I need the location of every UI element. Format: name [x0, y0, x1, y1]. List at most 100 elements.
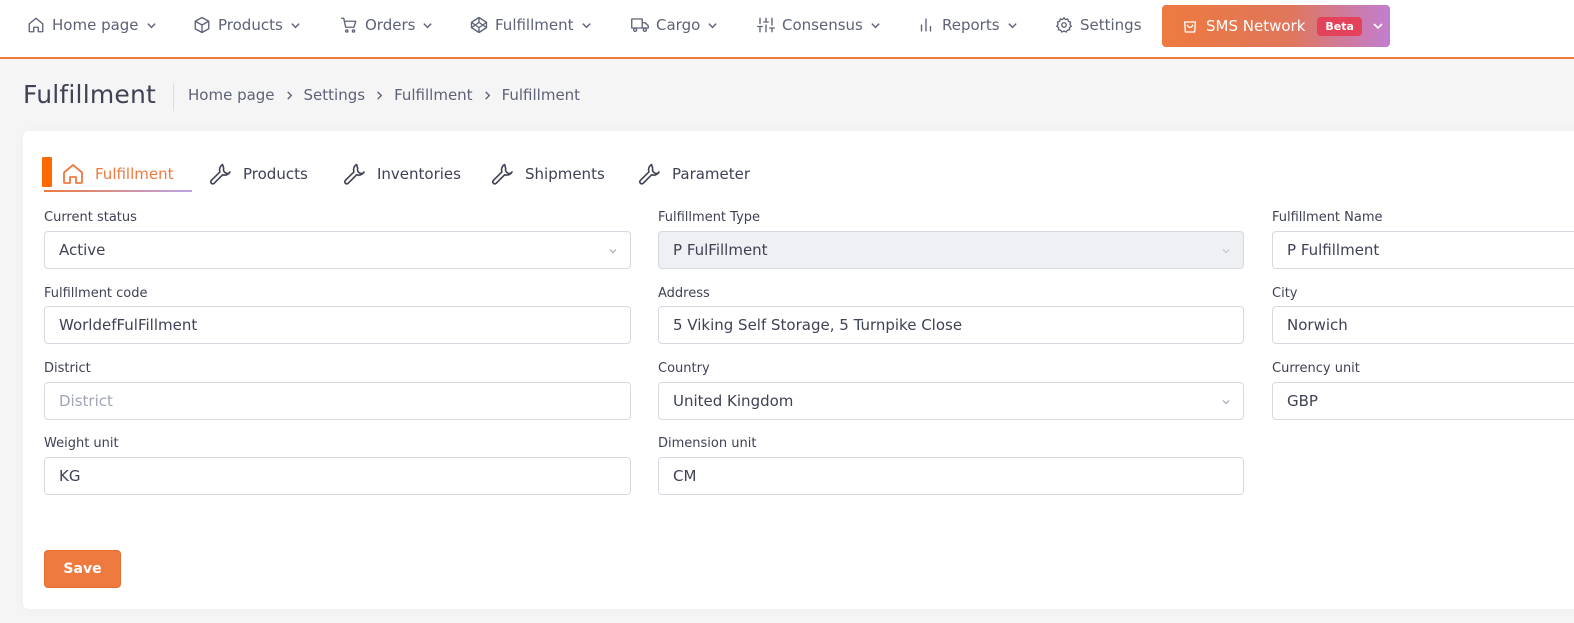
currency-unit-field[interactable]: GBP — [1272, 382, 1574, 420]
chevron-down-icon — [146, 20, 157, 31]
chevron-right-icon — [483, 90, 492, 100]
chevron-down-icon — [870, 20, 881, 31]
fulfillment-type-label: Fulfillment Type — [658, 210, 761, 225]
current-status-value: Active — [59, 241, 106, 259]
nav-orders[interactable]: Orders — [340, 0, 433, 50]
sms-network-button[interactable]: SMS Network Beta — [1162, 5, 1390, 47]
gear-icon — [1055, 16, 1073, 34]
nav-consensus-label: Consensus — [782, 16, 863, 34]
wrench-icon — [638, 162, 662, 186]
bar-chart-icon — [917, 16, 935, 34]
country-select[interactable]: United Kingdom — [658, 382, 1244, 420]
city-value: Norwich — [1287, 316, 1348, 334]
fulfillment-name-field[interactable]: P Fulfillment — [1272, 231, 1574, 269]
tab-inventories-label: Inventories — [377, 165, 461, 183]
sms-network-label: SMS Network — [1206, 17, 1306, 35]
chevron-down-icon — [290, 20, 301, 31]
district-label: District — [44, 361, 91, 376]
nav-settings-label: Settings — [1080, 16, 1142, 34]
nav-orders-label: Orders — [365, 16, 416, 34]
cart-icon — [340, 16, 358, 34]
page-title: Fulfillment — [23, 80, 157, 109]
breadcrumb-settings[interactable]: Settings — [304, 86, 366, 104]
nav-settings[interactable]: Settings — [1055, 0, 1142, 50]
address-field[interactable]: 5 Viking Self Storage, 5 Turnpike Close — [658, 306, 1244, 344]
tab-fulfillment-label: Fulfillment — [95, 165, 174, 183]
nav-products[interactable]: Products — [193, 0, 301, 50]
weight-unit-field[interactable]: KG — [44, 457, 631, 495]
nav-fulfillment[interactable]: Fulfillment — [470, 0, 592, 50]
chevron-down-icon — [422, 20, 433, 31]
fulfillment-code-value: WorldefFulFillment — [59, 316, 198, 334]
tab-parameter-label: Parameter — [672, 165, 751, 183]
country-label: Country — [658, 361, 710, 376]
chevron-down-icon — [581, 20, 592, 31]
address-label: Address — [658, 286, 710, 301]
title-divider — [173, 83, 174, 111]
nav-home-page[interactable]: Home page — [27, 0, 157, 50]
dimension-unit-label: Dimension unit — [658, 436, 757, 451]
fulfillment-type-value: P FulFillment — [673, 241, 768, 259]
home-icon — [27, 16, 45, 34]
district-placeholder: District — [59, 392, 113, 410]
weight-unit-value: KG — [59, 467, 81, 485]
country-value: United Kingdom — [673, 392, 794, 410]
wrench-icon — [343, 162, 367, 186]
wrench-icon — [491, 162, 515, 186]
nav-cargo[interactable]: Cargo — [631, 0, 718, 50]
breadcrumb-home-page[interactable]: Home page — [188, 86, 275, 104]
chevron-down-icon — [1007, 20, 1018, 31]
tab-shipments[interactable]: Shipments — [491, 160, 605, 188]
tab-fulfillment[interactable]: Fulfillment — [61, 160, 174, 188]
sliders-icon — [757, 16, 775, 34]
city-label: City — [1272, 286, 1298, 301]
beta-badge: Beta — [1317, 16, 1362, 36]
chevron-right-icon — [375, 90, 384, 100]
fulfillment-code-label: Fulfillment code — [44, 286, 148, 301]
weight-unit-label: Weight unit — [44, 436, 119, 451]
district-field[interactable]: District — [44, 382, 631, 420]
currency-unit-value: GBP — [1287, 392, 1318, 410]
fulfillment-type-select: P FulFillment — [658, 231, 1244, 269]
chevron-down-icon — [707, 20, 718, 31]
truck-icon — [631, 16, 649, 34]
tab-products[interactable]: Products — [209, 160, 308, 188]
chevron-down-icon — [1221, 246, 1231, 256]
nav-cargo-label: Cargo — [656, 16, 701, 34]
wrench-icon — [209, 162, 233, 186]
chevron-down-icon — [1372, 20, 1384, 32]
breadcrumb-fulfillment[interactable]: Fulfillment — [394, 86, 473, 104]
nav-reports[interactable]: Reports — [917, 0, 1018, 50]
shopping-bag-icon — [1182, 18, 1198, 34]
city-field[interactable]: Norwich — [1272, 306, 1574, 344]
chevron-right-icon — [285, 90, 294, 100]
currency-unit-label: Currency unit — [1272, 361, 1360, 376]
nav-home-page-label: Home page — [52, 16, 139, 34]
chevron-down-icon — [608, 246, 618, 256]
breadcrumb: Home page Settings Fulfillment Fulfillme… — [188, 86, 580, 104]
home-icon — [61, 162, 85, 186]
active-tab-marker — [42, 157, 52, 187]
current-status-select[interactable]: Active — [44, 231, 631, 269]
tab-products-label: Products — [243, 165, 308, 183]
chevron-down-icon — [1221, 397, 1231, 407]
codepen-icon — [470, 16, 488, 34]
address-value: 5 Viking Self Storage, 5 Turnpike Close — [673, 316, 963, 334]
nav-consensus[interactable]: Consensus — [757, 0, 881, 50]
active-tab-underline — [44, 190, 192, 192]
fulfillment-code-field[interactable]: WorldefFulFillment — [44, 306, 631, 344]
dimension-unit-value: CM — [673, 467, 697, 485]
current-status-label: Current status — [44, 210, 137, 225]
top-navbar: Home page Products Orders Fulfillment Ca… — [0, 0, 1574, 59]
fulfillment-name-value: P Fulfillment — [1287, 241, 1380, 259]
dimension-unit-field[interactable]: CM — [658, 457, 1244, 495]
nav-fulfillment-label: Fulfillment — [495, 16, 574, 34]
nav-reports-label: Reports — [942, 16, 1000, 34]
tab-inventories[interactable]: Inventories — [343, 160, 461, 188]
box-icon — [193, 16, 211, 34]
breadcrumb-current: Fulfillment — [501, 86, 581, 104]
nav-products-label: Products — [218, 16, 283, 34]
fulfillment-name-label: Fulfillment Name — [1272, 210, 1383, 225]
save-button[interactable]: Save — [44, 550, 121, 588]
tab-parameter[interactable]: Parameter — [638, 160, 750, 188]
